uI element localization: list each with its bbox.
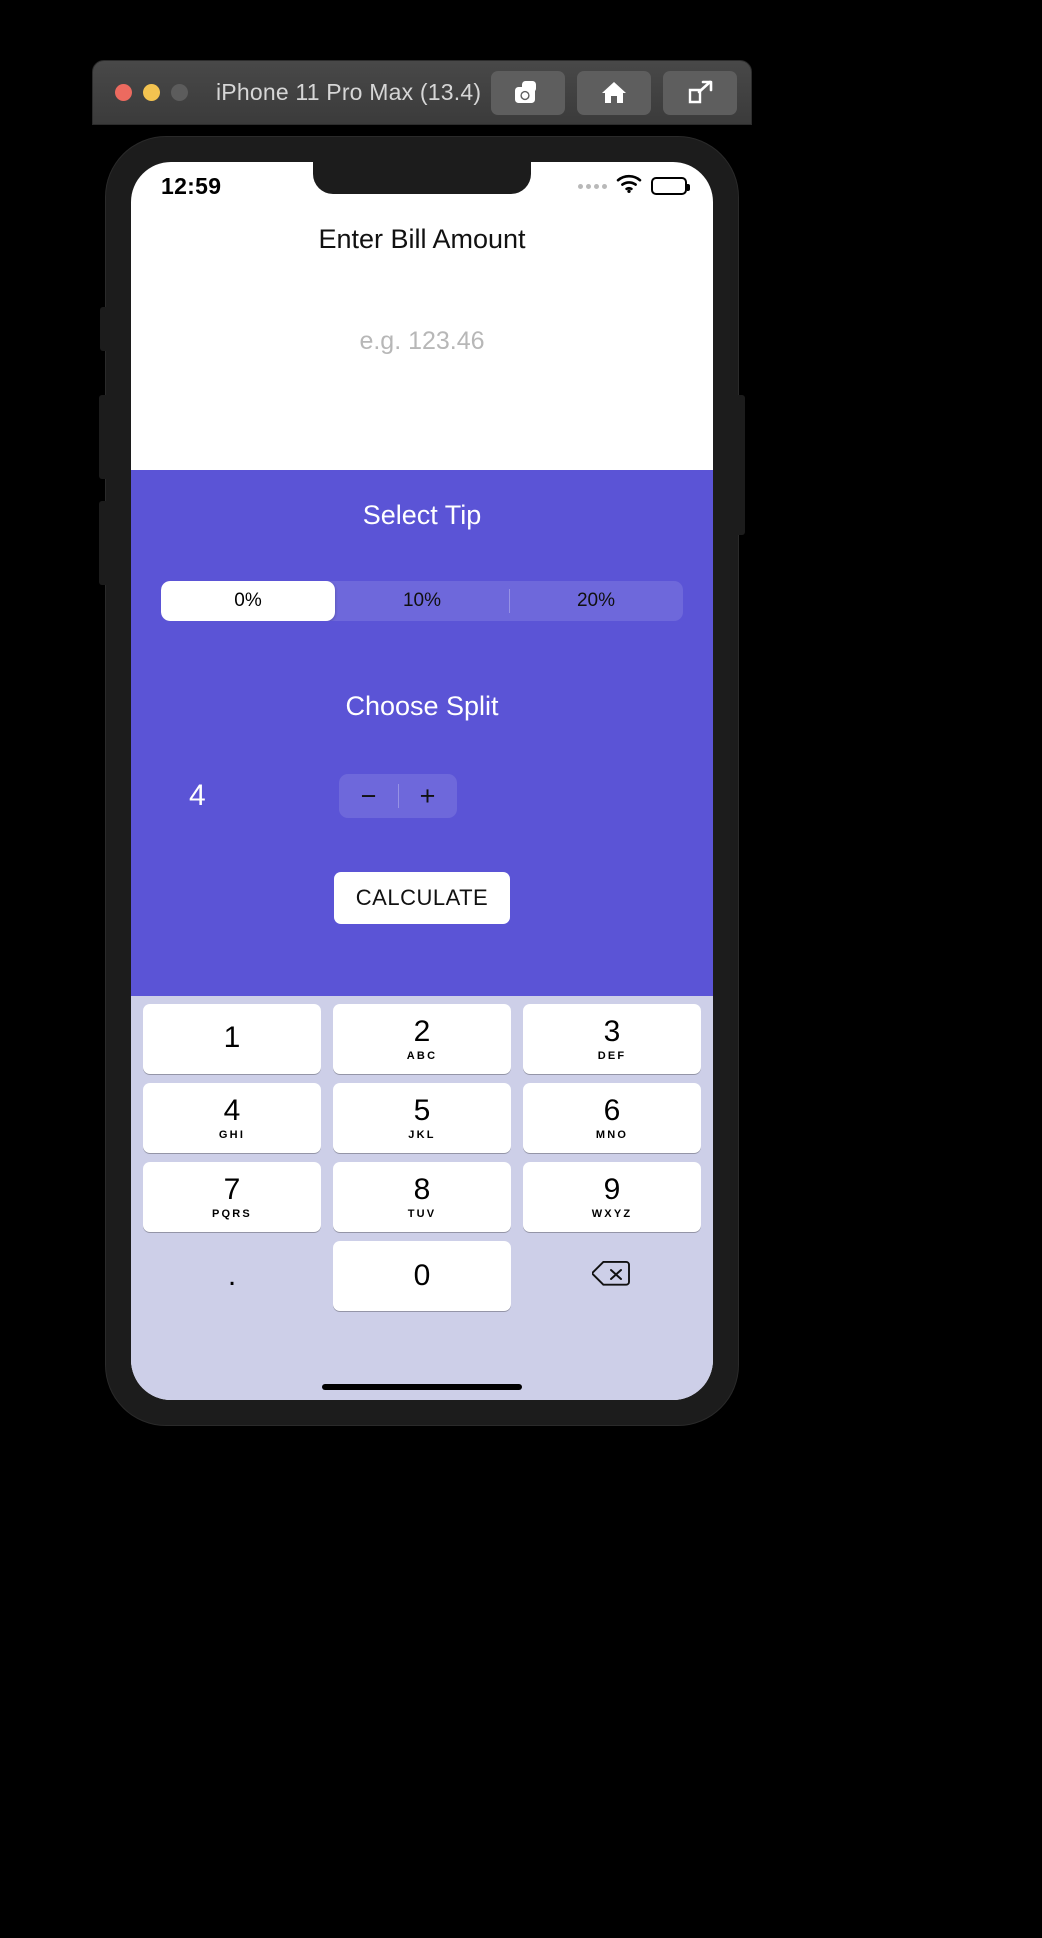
screenshot-camera-icon (513, 80, 543, 106)
split-stepper[interactable]: − + (339, 774, 457, 818)
key-letters: PQRS (212, 1207, 252, 1220)
key-decimal-point[interactable]: . (143, 1241, 321, 1311)
close-window-button[interactable] (115, 84, 132, 101)
volume-down-button[interactable] (99, 501, 107, 585)
key-digit: 1 (223, 1021, 241, 1055)
key-digit: 3 (603, 1015, 621, 1049)
device-notch (313, 162, 531, 194)
key-letters: DEF (597, 1049, 627, 1062)
simulator-window-titlebar: iPhone 11 Pro Max (13.4) (92, 60, 752, 125)
key-digit: 7 (223, 1173, 241, 1207)
key-5[interactable]: 5 JKL (333, 1083, 511, 1153)
iphone-device-frame: 12:59 Enter Bill Amount e.g. 123.46 Sele… (99, 137, 745, 1425)
window-traffic-lights (115, 84, 188, 101)
key-letters: ABC (406, 1049, 438, 1062)
key-6[interactable]: 6 MNO (523, 1083, 701, 1153)
minimize-window-button[interactable] (143, 84, 160, 101)
key-1[interactable]: 1 (143, 1004, 321, 1074)
status-indicators (578, 174, 690, 198)
key-letters: WXYZ (591, 1207, 633, 1220)
calculate-button[interactable]: CALCULATE (333, 872, 511, 924)
key-digit: 8 (413, 1173, 431, 1207)
choose-split-label: Choose Split (345, 691, 499, 721)
key-letters: MNO (595, 1128, 629, 1141)
key-digit: 0 (413, 1259, 431, 1293)
key-letters: GHI (218, 1128, 246, 1141)
tip-option-20[interactable]: 20% (509, 581, 683, 621)
split-decrement-button[interactable]: − (339, 774, 398, 818)
key-0[interactable]: 0 (333, 1241, 511, 1311)
numeric-keypad: 1 2 ABC 3 DEF 4 GHI 5 JKL 6 MNO 7 PQRS 8… (131, 996, 713, 1400)
wifi-icon (616, 174, 642, 198)
simulator-title: iPhone 11 Pro Max (13.4) (216, 79, 482, 105)
key-2[interactable]: 2 ABC (333, 1004, 511, 1074)
bill-amount-input[interactable] (131, 327, 713, 356)
key-7[interactable]: 7 PQRS (143, 1162, 321, 1232)
phone-screen: 12:59 Enter Bill Amount e.g. 123.46 Sele… (131, 162, 713, 1400)
key-digit: 5 (413, 1094, 431, 1128)
status-time: 12:59 (161, 172, 222, 199)
keypad-row: 1 2 ABC 3 DEF (137, 1004, 707, 1074)
tip-option-10[interactable]: 10% (335, 581, 509, 621)
screenshot-button[interactable] (491, 70, 565, 115)
home-icon (600, 80, 628, 105)
rotate-share-icon (686, 80, 714, 105)
tip-and-split-section: Select Tip 0% 10% 20% Choose Split 4 − +… (131, 470, 713, 996)
keypad-row: . 0 (137, 1241, 707, 1311)
rotate-button[interactable] (663, 70, 737, 115)
home-button[interactable] (577, 70, 651, 115)
split-increment-button[interactable]: + (398, 774, 457, 818)
simulator-toolbar (491, 70, 737, 115)
tip-segmented-control[interactable]: 0% 10% 20% (161, 581, 683, 621)
silent-switch[interactable] (100, 307, 107, 351)
key-digit: 2 (413, 1015, 431, 1049)
key-letters: JKL (408, 1128, 436, 1141)
keypad-row: 4 GHI 5 JKL 6 MNO (137, 1083, 707, 1153)
key-4[interactable]: 4 GHI (143, 1083, 321, 1153)
home-indicator (322, 1384, 522, 1390)
key-digit: 6 (603, 1094, 621, 1128)
key-digit: 9 (603, 1173, 621, 1207)
keypad-row: 7 PQRS 8 TUV 9 WXYZ (137, 1162, 707, 1232)
split-stepper-row: 4 − + (161, 774, 683, 818)
page-title: Enter Bill Amount (318, 224, 526, 254)
key-3[interactable]: 3 DEF (523, 1004, 701, 1074)
split-count-value: 4 (189, 779, 206, 812)
battery-icon (651, 177, 690, 195)
key-8[interactable]: 8 TUV (333, 1162, 511, 1232)
bill-amount-section: Enter Bill Amount (131, 210, 713, 470)
zoom-window-button[interactable] (171, 84, 188, 101)
volume-up-button[interactable] (99, 395, 107, 479)
power-button[interactable] (737, 395, 745, 535)
signal-dots-icon (578, 183, 607, 189)
tip-option-0[interactable]: 0% (161, 581, 335, 621)
key-9[interactable]: 9 WXYZ (523, 1162, 701, 1232)
key-digit: 4 (223, 1094, 241, 1128)
key-digit: . (227, 1259, 237, 1293)
backspace-icon (590, 1260, 632, 1293)
select-tip-label: Select Tip (362, 500, 482, 530)
key-letters: TUV (407, 1207, 437, 1220)
key-backspace[interactable] (523, 1241, 701, 1311)
